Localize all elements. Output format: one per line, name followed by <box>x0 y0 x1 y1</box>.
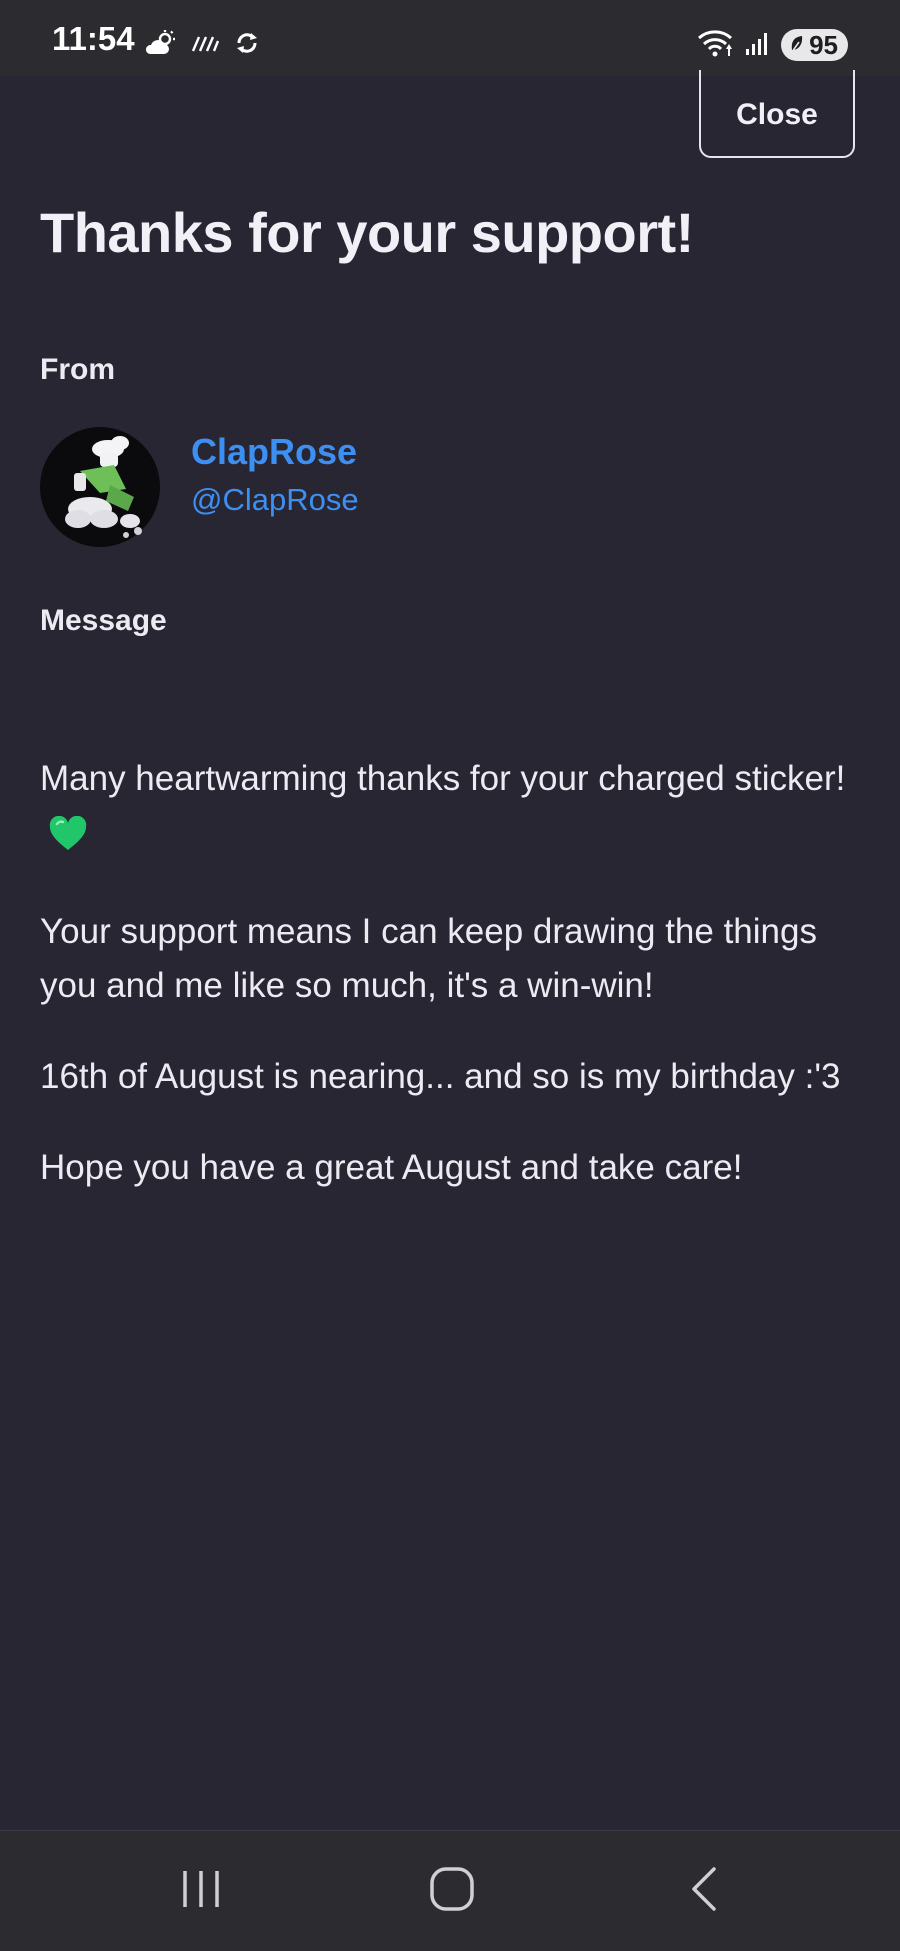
message-paragraph: Many heartwarming thanks for your charge… <box>40 752 870 868</box>
close-button[interactable]: Close <box>699 70 855 158</box>
status-time: 11:54 <box>52 20 135 57</box>
cloud-sun-icon <box>145 29 176 61</box>
back-button[interactable] <box>674 1861 734 1921</box>
battery-level: 95 <box>809 30 838 60</box>
support-dialog: Close Thanks for your support! From Clap… <box>0 70 900 1830</box>
message-body: Many heartwarming thanks for your charge… <box>40 752 870 1232</box>
signal-icon <box>745 30 771 61</box>
green-heart-icon <box>48 814 88 868</box>
status-icons-left <box>145 29 260 61</box>
navigation-bar <box>0 1830 900 1951</box>
battery-saver-icon <box>789 30 805 61</box>
author-name[interactable]: ClapRose <box>191 430 357 473</box>
battery-indicator: 95 <box>781 29 848 61</box>
back-icon <box>686 1866 722 1917</box>
home-button[interactable] <box>422 1861 482 1921</box>
status-bar: 11:54 95 <box>0 0 900 76</box>
haze-icon <box>190 31 220 60</box>
message-paragraph: Hope you have a great August and take ca… <box>40 1148 743 1187</box>
avatar[interactable] <box>40 427 160 547</box>
status-icons-right: 95 <box>697 28 848 62</box>
recent-apps-button[interactable] <box>171 1861 231 1921</box>
home-icon <box>429 1866 475 1917</box>
recent-apps-icon <box>179 1867 223 1916</box>
wifi-icon <box>697 28 735 63</box>
page-title: Thanks for your support! <box>40 201 694 264</box>
message-paragraph: Your support means I can keep drawing th… <box>40 912 817 1005</box>
sync-icon <box>234 30 260 61</box>
message-paragraph: 16th of August is nearing... and so is m… <box>40 1057 841 1096</box>
message-label: Message <box>40 604 167 637</box>
author-handle[interactable]: @ClapRose <box>191 481 359 518</box>
from-label: From <box>40 353 115 386</box>
